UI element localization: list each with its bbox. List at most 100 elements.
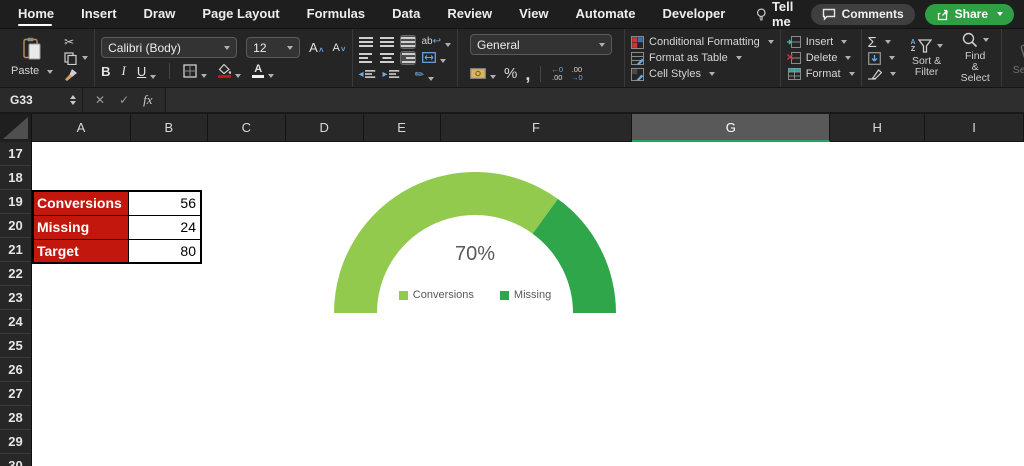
- align-left-icon[interactable]: [359, 52, 373, 64]
- align-center-icon[interactable]: [380, 52, 394, 64]
- enter-button[interactable]: ✓: [119, 93, 129, 107]
- sort-filter-button[interactable]: AZ Sort & Filter: [906, 39, 948, 78]
- cell-a21[interactable]: Target: [33, 239, 128, 263]
- column-header-e[interactable]: E: [364, 114, 441, 142]
- row-header-19[interactable]: 19: [0, 190, 31, 214]
- sensitivity-button[interactable]: Sensitivity: [1008, 40, 1024, 76]
- format-painter-button[interactable]: [64, 67, 88, 82]
- scissors-icon: ✂: [64, 35, 74, 49]
- share-button[interactable]: Share: [925, 4, 1014, 25]
- cell-a19[interactable]: Conversions: [33, 191, 128, 215]
- copy-button[interactable]: [64, 51, 88, 66]
- menu-tab-developer[interactable]: Developer: [662, 0, 725, 28]
- increase-indent-button[interactable]: ▸: [383, 68, 400, 80]
- font-name-select[interactable]: Calibri (Body): [101, 37, 237, 58]
- insert-cells-button[interactable]: Insert: [787, 34, 855, 50]
- cell-styles-button[interactable]: Cell Styles: [631, 66, 774, 82]
- menu-bar: Home Insert Draw Page Layout Formulas Da…: [0, 0, 1024, 29]
- number-format-select[interactable]: General: [470, 34, 612, 55]
- row-header-25[interactable]: 25: [0, 334, 31, 358]
- row-header-22[interactable]: 22: [0, 262, 31, 286]
- menu-tab-page-layout[interactable]: Page Layout: [202, 0, 279, 28]
- borders-button[interactable]: [183, 64, 207, 78]
- gauge-chart[interactable]: 70% Conversions Missing: [334, 172, 616, 322]
- orientation-button[interactable]: ✎: [415, 68, 434, 81]
- row-header-17[interactable]: 17: [0, 142, 31, 166]
- bold-button[interactable]: B: [101, 64, 110, 79]
- italic-button[interactable]: I: [122, 63, 126, 79]
- cut-button[interactable]: ✂: [64, 34, 88, 49]
- fill-color-button[interactable]: [218, 64, 241, 78]
- comments-button[interactable]: Comments: [811, 4, 915, 25]
- accounting-format-button[interactable]: [470, 68, 496, 79]
- cell-b20[interactable]: 24: [128, 215, 201, 239]
- conditional-formatting-button[interactable]: Conditional Formatting: [631, 34, 774, 50]
- column-header-d[interactable]: D: [286, 114, 364, 142]
- menu-tab-insert[interactable]: Insert: [81, 0, 116, 28]
- column-header-i[interactable]: I: [925, 114, 1024, 142]
- column-header-b[interactable]: B: [131, 114, 208, 142]
- align-top-icon[interactable]: [359, 36, 373, 48]
- menu-tab-formulas[interactable]: Formulas: [307, 0, 366, 28]
- tell-me-button[interactable]: Tell me: [756, 0, 810, 29]
- font-color-button[interactable]: A: [252, 64, 274, 78]
- increase-decimal-button[interactable]: ←0.00: [551, 66, 563, 81]
- fill-button[interactable]: [868, 50, 896, 66]
- name-box[interactable]: G33: [0, 88, 83, 112]
- row-header-21[interactable]: 21: [0, 238, 31, 262]
- name-box-stepper[interactable]: [70, 95, 76, 105]
- row-header-20[interactable]: 20: [0, 214, 31, 238]
- legend-item-conversions[interactable]: Conversions: [399, 289, 474, 301]
- cells-area[interactable]: Conversions 56 Missing 24 Target 80: [32, 142, 1024, 466]
- align-right-icon[interactable]: [401, 52, 415, 64]
- find-select-button[interactable]: Find & Select: [956, 32, 995, 84]
- column-header-c[interactable]: C: [208, 114, 286, 142]
- autosum-button[interactable]: Σ: [868, 34, 896, 50]
- column-header-g[interactable]: G: [632, 114, 830, 142]
- align-middle-icon[interactable]: [380, 36, 394, 48]
- menu-tab-data[interactable]: Data: [392, 0, 420, 28]
- cell-b19[interactable]: 56: [128, 191, 201, 215]
- formula-input[interactable]: [165, 88, 1024, 112]
- cell-a20[interactable]: Missing: [33, 215, 128, 239]
- menu-tab-automate[interactable]: Automate: [576, 0, 636, 28]
- select-all-button[interactable]: [0, 114, 32, 143]
- decrease-decimal-button[interactable]: .00→0: [571, 66, 583, 81]
- column-header-a[interactable]: A: [32, 114, 131, 142]
- font-size-select[interactable]: 12: [246, 37, 300, 58]
- menu-tab-draw[interactable]: Draw: [144, 0, 176, 28]
- menu-tab-review[interactable]: Review: [447, 0, 492, 28]
- menu-tab-view[interactable]: View: [519, 0, 548, 28]
- format-as-table-button[interactable]: Format as Table: [631, 50, 774, 66]
- underline-button[interactable]: U: [137, 64, 156, 79]
- row-header-24[interactable]: 24: [0, 310, 31, 334]
- align-bottom-icon[interactable]: [401, 36, 415, 48]
- comma-style-button[interactable]: ,: [525, 69, 530, 79]
- column-header-f[interactable]: F: [441, 114, 633, 142]
- percent-style-button[interactable]: %: [504, 65, 517, 82]
- delete-cells-button[interactable]: Delete: [787, 50, 855, 66]
- row-header-27[interactable]: 27: [0, 382, 31, 406]
- row-header-28[interactable]: 28: [0, 406, 31, 430]
- row-header-26[interactable]: 26: [0, 358, 31, 382]
- paste-button[interactable]: Paste: [6, 37, 58, 80]
- row-header-23[interactable]: 23: [0, 286, 31, 310]
- cell-b21[interactable]: 80: [128, 239, 201, 263]
- row-header-18[interactable]: 18: [0, 166, 31, 190]
- format-as-table-icon: [631, 52, 644, 65]
- wrap-text-button[interactable]: ab↩: [422, 37, 452, 47]
- row-header-29[interactable]: 29: [0, 430, 31, 454]
- menu-tab-home[interactable]: Home: [18, 0, 54, 28]
- grow-font-button[interactable]: A˄: [309, 40, 323, 55]
- clear-button[interactable]: [868, 66, 896, 82]
- column-header-h[interactable]: H: [830, 114, 925, 142]
- shrink-font-button[interactable]: A˅: [332, 42, 345, 54]
- row-header-30[interactable]: 30: [0, 454, 31, 466]
- cancel-button[interactable]: ✕: [95, 93, 105, 107]
- merge-center-button[interactable]: [422, 52, 446, 63]
- chevron-down-icon: [997, 12, 1003, 16]
- format-cells-button[interactable]: Format: [787, 66, 855, 82]
- insert-function-button[interactable]: fx: [143, 92, 152, 108]
- legend-item-missing[interactable]: Missing: [500, 289, 551, 301]
- decrease-indent-button[interactable]: ◂: [359, 68, 376, 80]
